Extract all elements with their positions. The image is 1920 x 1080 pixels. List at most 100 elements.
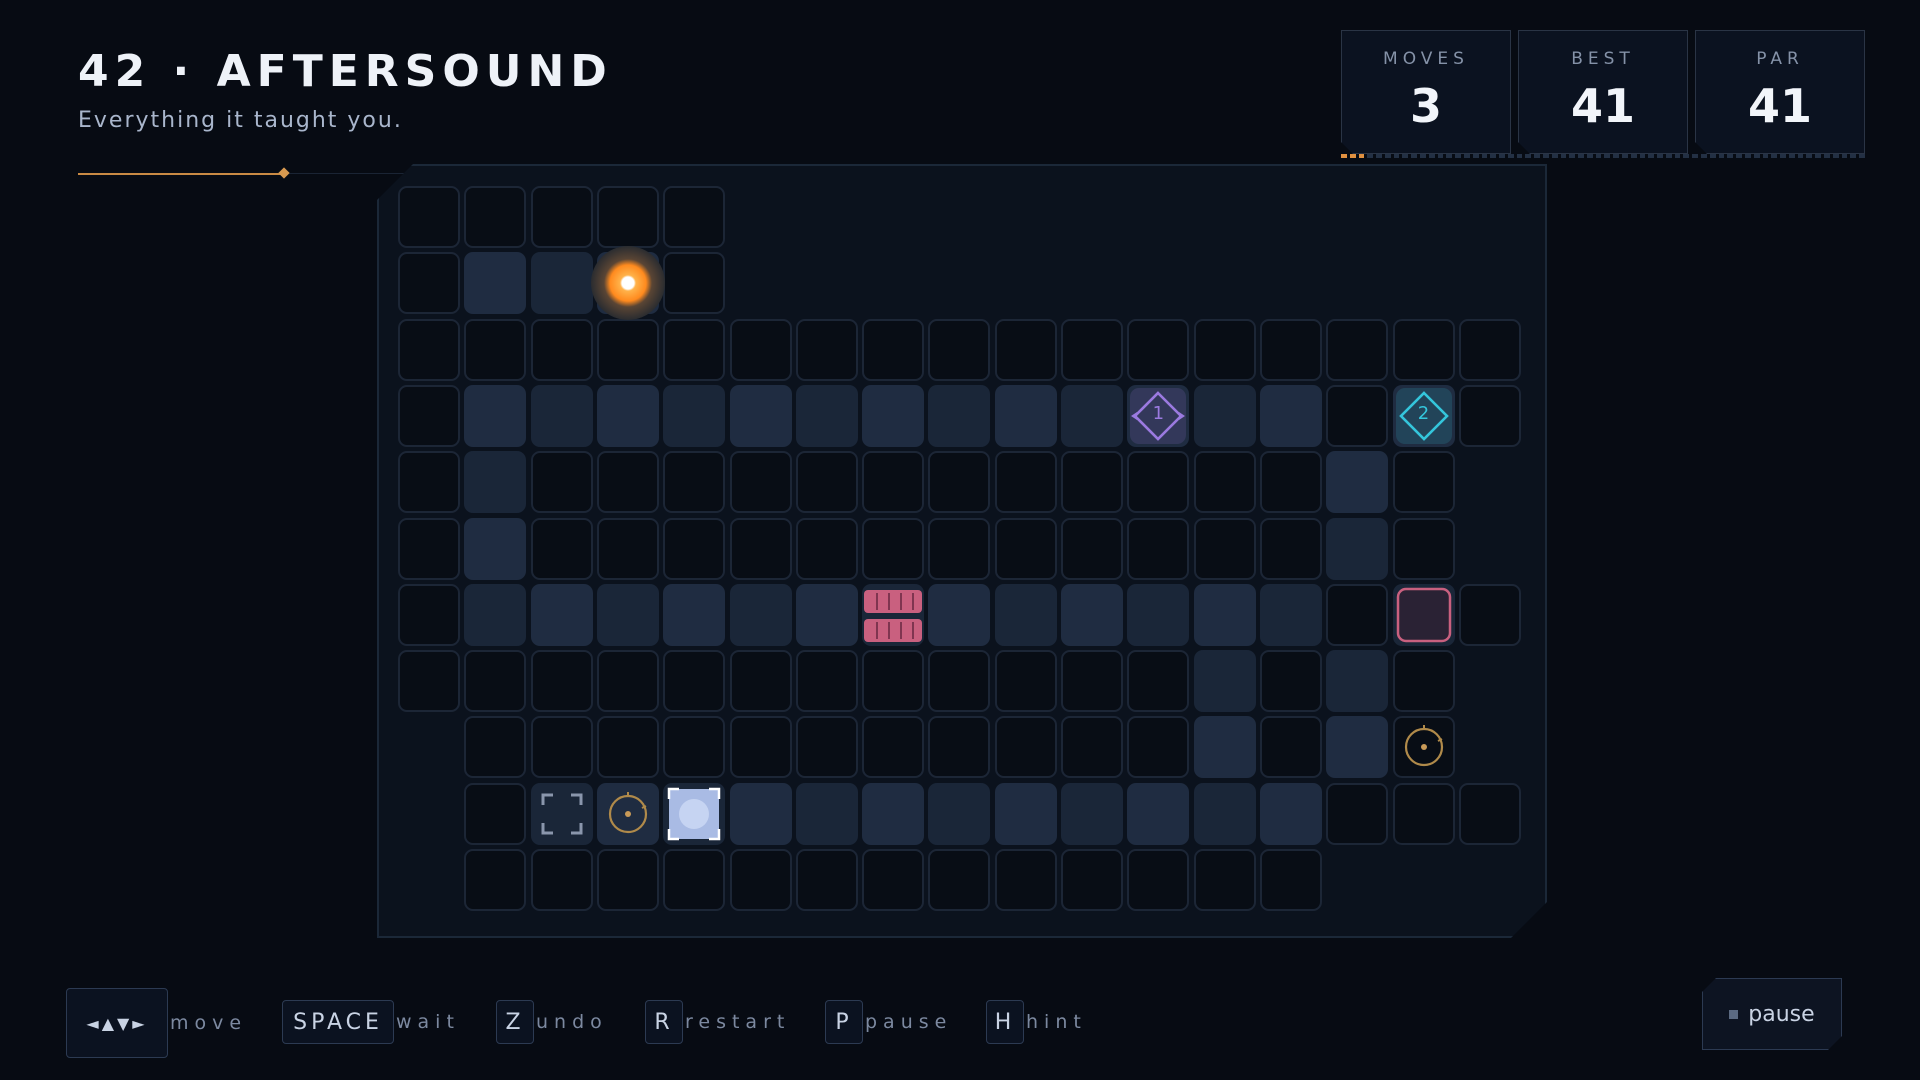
- floor-tile: [596, 186, 659, 248]
- move-tick: [1753, 154, 1760, 158]
- move-tick: [1832, 154, 1839, 158]
- moves-value: 3: [1409, 79, 1442, 133]
- move-tick: [1841, 154, 1848, 158]
- path-tile: [729, 583, 792, 646]
- floor-tile: [1458, 318, 1521, 381]
- path-tile: [795, 384, 858, 447]
- path-tile: [464, 384, 527, 447]
- path-tile: [464, 252, 527, 315]
- pause-hint-label: pause: [865, 1011, 953, 1033]
- floor-tile: [464, 186, 527, 248]
- move-tick: [1420, 154, 1426, 158]
- path-tile: [1127, 782, 1190, 845]
- path-tile: [530, 583, 593, 646]
- floor-tile: [663, 517, 726, 580]
- floor-tile: [1458, 782, 1521, 845]
- floor-tile: [928, 849, 991, 911]
- floor-tile: [1458, 583, 1521, 646]
- floor-tile: [464, 650, 527, 713]
- move-tick: [1446, 154, 1453, 158]
- pause-button[interactable]: pause: [1702, 978, 1842, 1050]
- floor-tile: [530, 849, 593, 911]
- move-tick: [1499, 154, 1505, 158]
- path-tile: [663, 384, 726, 447]
- floor-tile: [663, 451, 726, 514]
- path-tile: [1061, 384, 1123, 447]
- floor-tile: [729, 451, 792, 514]
- floor-tile: [663, 849, 726, 911]
- path-tile: [928, 384, 991, 447]
- path-tile: [596, 583, 659, 646]
- floor-tile: [1259, 716, 1322, 779]
- path-tile: [663, 583, 726, 646]
- floor-tile: [1061, 451, 1123, 514]
- path-tile: [1127, 583, 1190, 646]
- path-tile: [1127, 384, 1190, 447]
- floor-tile: [795, 716, 858, 779]
- floor-tile: [994, 650, 1057, 713]
- path-tile: [596, 782, 659, 845]
- z-keycap: Z: [496, 1000, 534, 1044]
- floor-tile: [398, 583, 460, 646]
- move-tick: [1797, 154, 1804, 158]
- path-tile: [1259, 782, 1322, 845]
- floor-tile: [1193, 849, 1256, 911]
- floor-tile: [862, 716, 925, 779]
- floor-tile: [596, 318, 659, 381]
- path-tile: [596, 252, 659, 315]
- floor-tile: [398, 517, 460, 580]
- path-tile: [1193, 782, 1256, 845]
- move-tick: [1815, 154, 1821, 158]
- path-tile: [862, 782, 925, 845]
- floor-tile: [1061, 716, 1123, 779]
- floor-tile: [1326, 384, 1389, 447]
- move-tick: [1507, 154, 1514, 158]
- move-tick: [1657, 154, 1663, 158]
- move-tick: [1402, 154, 1409, 158]
- move-tick: [1349, 154, 1356, 158]
- path-tile: [530, 252, 593, 315]
- floor-tile: [1392, 451, 1455, 514]
- path-tile: [1061, 583, 1123, 646]
- pause-icon: [1729, 1010, 1738, 1019]
- floor-tile: [729, 650, 792, 713]
- floor-tile: [464, 716, 527, 779]
- path-tile: [994, 782, 1057, 845]
- floor-tile: [1392, 517, 1455, 580]
- move-tick: [1727, 154, 1734, 158]
- floor-tile: [928, 451, 991, 514]
- path-tile: [928, 782, 991, 845]
- floor-tile: [663, 650, 726, 713]
- move-tick: [1762, 154, 1769, 158]
- par-counter: PAR 41: [1695, 30, 1865, 154]
- path-tile: [596, 384, 659, 447]
- p-keycap: P: [825, 1000, 863, 1044]
- pause-button-label: pause: [1748, 1001, 1815, 1027]
- move-tick: [1604, 154, 1611, 158]
- floor-tile: [1061, 849, 1123, 911]
- move-tick: [1806, 154, 1813, 158]
- move-tick: [1692, 154, 1699, 158]
- floor-tile: [1259, 517, 1322, 580]
- floor-tile: [795, 517, 858, 580]
- floor-tile: [596, 451, 659, 514]
- floor-tile: [1392, 782, 1455, 845]
- move-tick: [1384, 154, 1391, 158]
- move-tick: [1341, 154, 1347, 158]
- floor-tile: [1326, 583, 1389, 646]
- floor-tile: [1458, 384, 1521, 447]
- floor-tile: [795, 650, 858, 713]
- move-tick: [1472, 154, 1479, 158]
- floor-tile: [1127, 517, 1190, 580]
- floor-tile: [928, 650, 991, 713]
- floor-tile: [994, 716, 1057, 779]
- move-tick: [1630, 154, 1637, 158]
- floor-tile: [795, 318, 858, 381]
- move-tick: [1665, 154, 1672, 158]
- floor-tile: [928, 716, 991, 779]
- floor-tile: [398, 318, 460, 381]
- floor-tile: [928, 517, 991, 580]
- par-value: 41: [1747, 79, 1812, 133]
- moves-label: MOVES: [1383, 49, 1469, 69]
- floor-tile: [663, 318, 726, 381]
